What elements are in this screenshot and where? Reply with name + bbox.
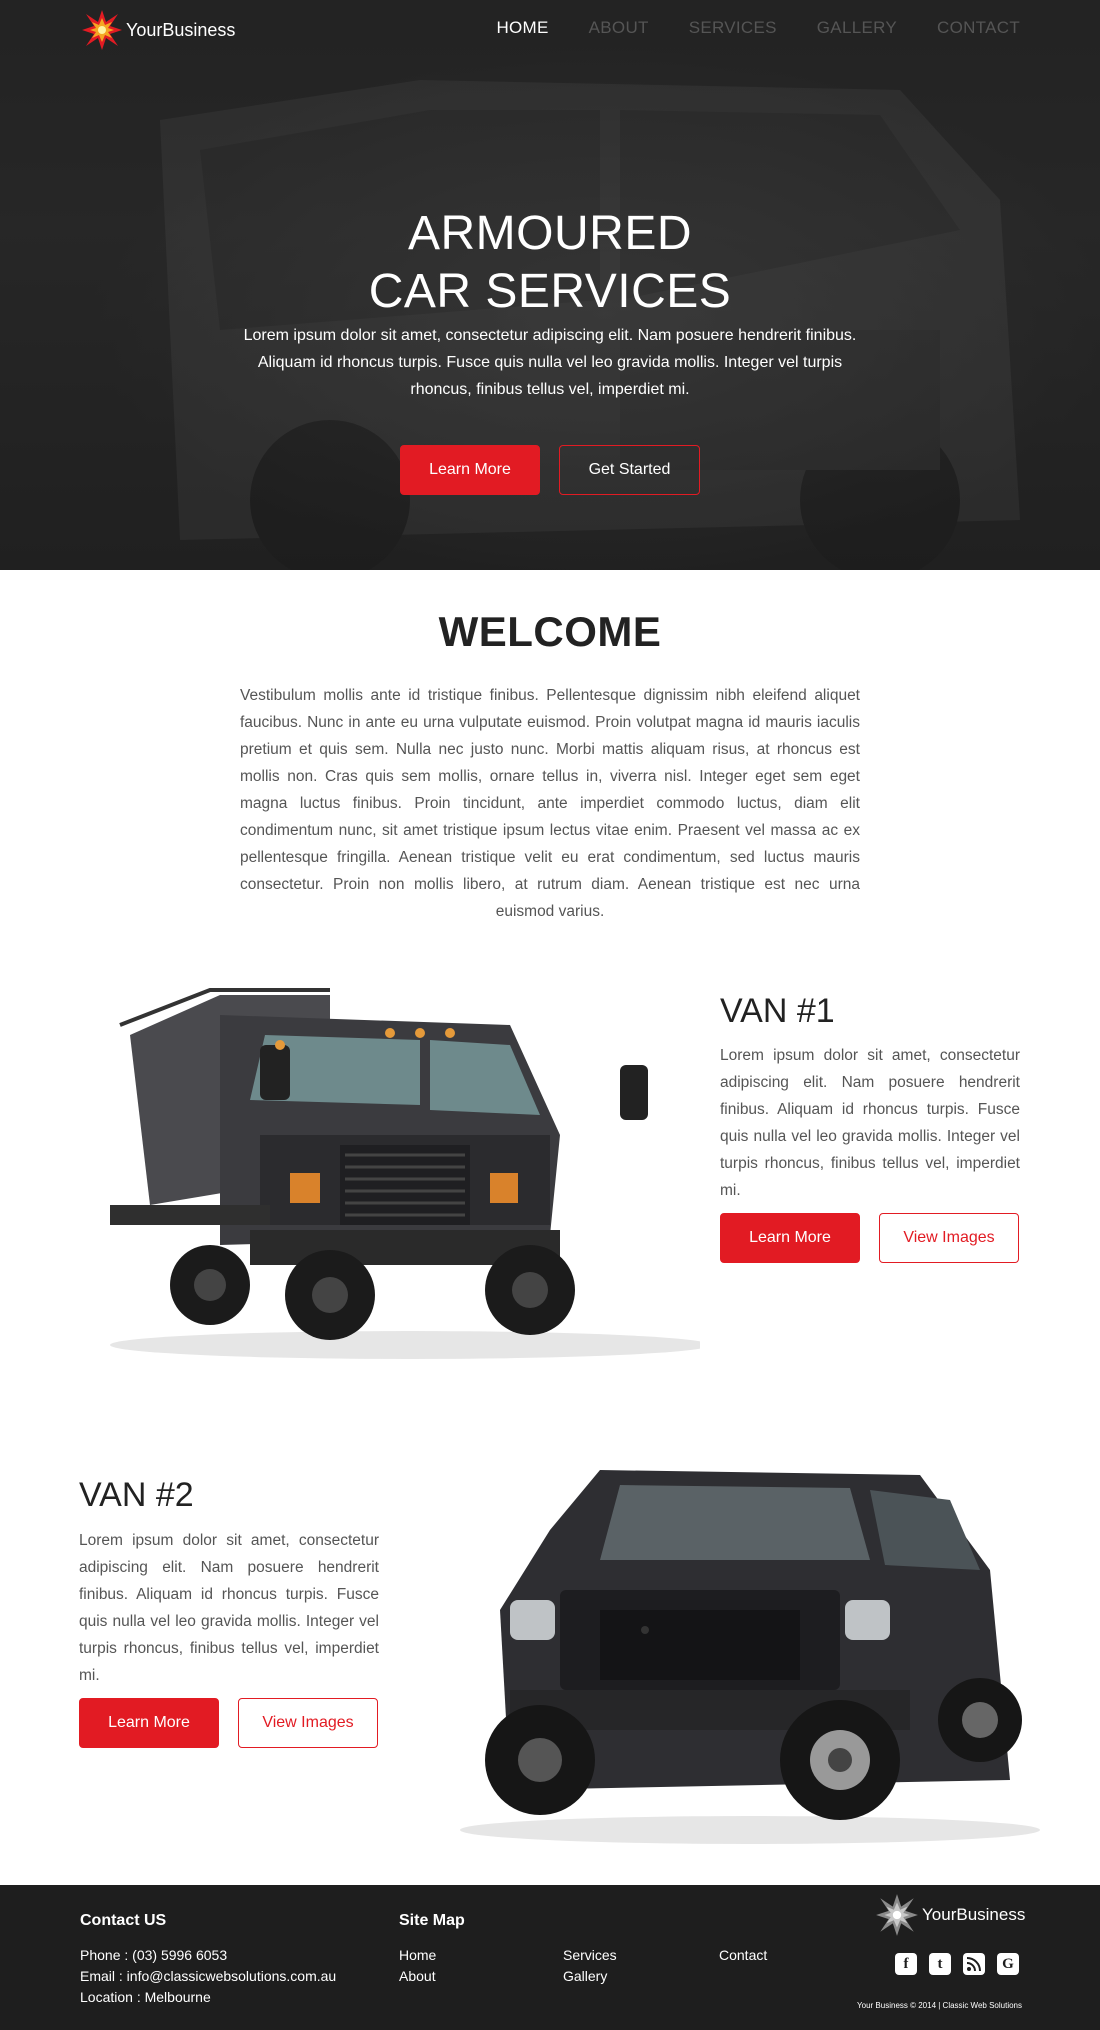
nav-contact[interactable]: CONTACT — [937, 18, 1020, 38]
hero-subtitle: Lorem ipsum dolor sit amet, consectetur … — [243, 327, 857, 398]
nav-home[interactable]: HOME — [496, 18, 548, 38]
van2-title: VAN #2 — [79, 1476, 194, 1514]
hero-get-started-button[interactable]: Get Started — [559, 445, 700, 495]
rss-icon[interactable] — [963, 1953, 985, 1975]
nav-services[interactable]: SERVICES — [689, 18, 777, 38]
main-menu: HOME ABOUT SERVICES GALLERY CONTACT — [456, 18, 1020, 38]
footer-link-contact[interactable]: Contact — [719, 1947, 767, 1963]
footer-contact-title: Contact US — [80, 1912, 167, 1929]
welcome-text: Vestibulum mollis ante id tristique fini… — [240, 687, 860, 920]
footer-link-home[interactable]: Home — [399, 1947, 436, 1963]
van2-view-images-button[interactable]: View Images — [238, 1698, 378, 1748]
footer-location: Location : Melbourne — [80, 1989, 211, 2005]
footer-sitemap-title: Site Map — [399, 1912, 465, 1929]
hero-title: ARMOURED CAR SERVICES — [0, 205, 1100, 321]
nav-about[interactable]: ABOUT — [589, 18, 649, 38]
footer-link-services[interactable]: Services — [563, 1947, 617, 1963]
van1-image — [110, 988, 700, 1359]
hero-section: YourBusiness HOME ABOUT SERVICES GALLERY… — [0, 0, 1100, 570]
nav-gallery[interactable]: GALLERY — [817, 18, 897, 38]
rss-glyph — [966, 1957, 981, 1972]
starburst-logo-icon — [82, 10, 122, 50]
hero-learn-more-button[interactable]: Learn More — [400, 445, 540, 495]
van2-learn-more-button[interactable]: Learn More — [79, 1698, 219, 1748]
footer-phone: Phone : (03) 5996 6053 — [80, 1947, 228, 1963]
footer-link-about[interactable]: About — [399, 1968, 436, 1984]
welcome-title: WELCOME — [438, 608, 662, 655]
starburst-logo-icon — [876, 1894, 918, 1936]
van1-learn-more-button[interactable]: Learn More — [720, 1213, 860, 1263]
google-icon[interactable]: G — [997, 1953, 1019, 1975]
footer-brand-name: YourBusiness — [922, 1905, 1026, 1924]
footer-logo[interactable]: YourBusiness — [874, 1892, 1025, 1938]
van1-title: VAN #1 — [720, 992, 835, 1030]
footer-link-gallery[interactable]: Gallery — [563, 1968, 607, 1984]
van2-text: Lorem ipsum dolor sit amet, consectetur … — [79, 1532, 379, 1684]
van1-view-images-button[interactable]: View Images — [879, 1213, 1019, 1263]
twitter-icon[interactable]: t — [929, 1953, 951, 1975]
footer-email[interactable]: Email : info@classicwebsolutions.com.au — [80, 1968, 336, 1984]
hero-title-line1: ARMOURED — [407, 207, 692, 260]
top-navigation: YourBusiness HOME ABOUT SERVICES GALLERY… — [0, 0, 1100, 58]
hero-title-line2: CAR SERVICES — [368, 265, 732, 318]
facebook-icon[interactable]: f — [895, 1953, 917, 1975]
footer-copyright: Your Business © 2014 | Classic Web Solut… — [857, 2001, 1022, 2010]
van2-image — [460, 1470, 1040, 1844]
van1-text: Lorem ipsum dolor sit amet, consectetur … — [720, 1047, 1020, 1199]
logo[interactable]: YourBusiness — [80, 8, 235, 52]
brand-name: YourBusiness — [126, 19, 236, 40]
